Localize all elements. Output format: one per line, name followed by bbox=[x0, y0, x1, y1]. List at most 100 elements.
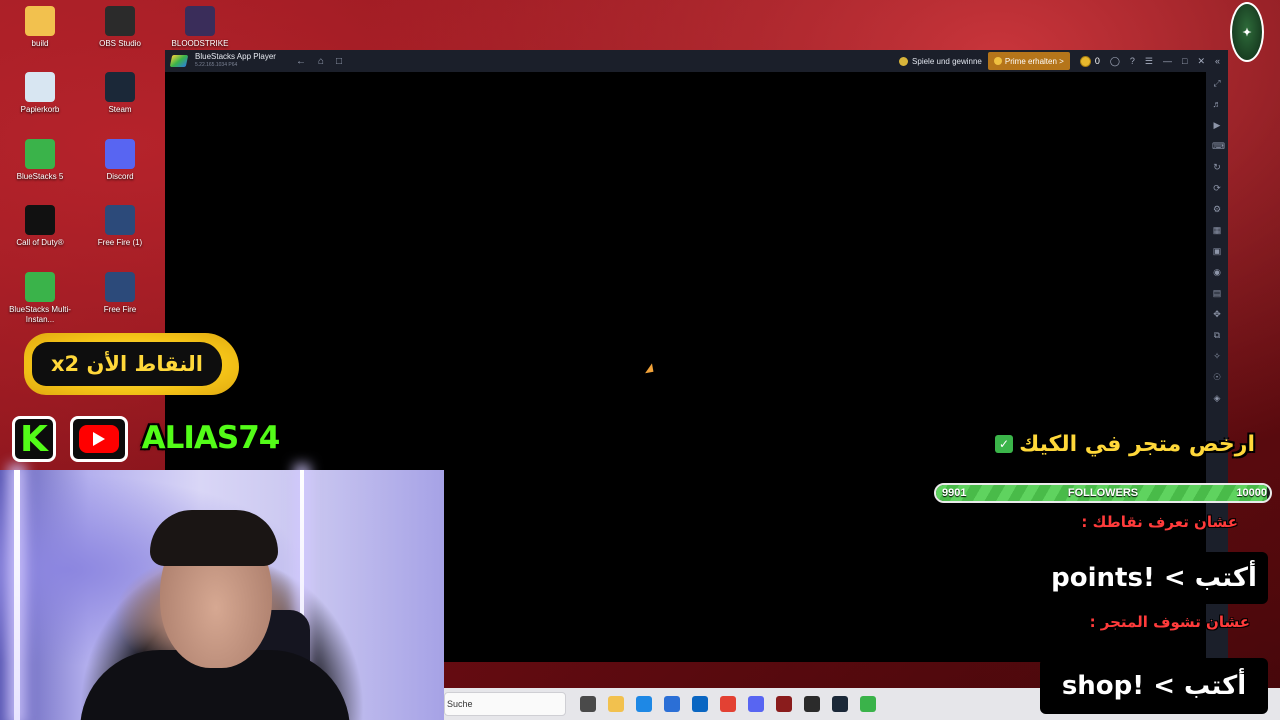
menu-icon[interactable]: ☰ bbox=[1145, 56, 1153, 67]
shop-hint: عشان تشوف المتجر : bbox=[1089, 613, 1250, 631]
shake-icon[interactable]: ✥ bbox=[1212, 307, 1222, 321]
discord-taskbar-icon[interactable] bbox=[748, 696, 764, 712]
desktop-icon[interactable]: Papierkorb bbox=[4, 72, 76, 115]
close-icon[interactable]: ✕ bbox=[1197, 56, 1205, 67]
bloodstrike-icon bbox=[185, 6, 215, 36]
desktop-icon-label: Call of Duty® bbox=[16, 238, 64, 247]
file-explorer-icon[interactable] bbox=[608, 696, 624, 712]
free-fire-icon bbox=[105, 272, 135, 302]
taskbar-search-placeholder: Suche bbox=[447, 699, 473, 709]
screenshot-icon[interactable]: ▣ bbox=[1212, 244, 1222, 258]
prime-button[interactable]: Prime erhalten > bbox=[987, 52, 1070, 70]
obs-taskbar-icon[interactable] bbox=[804, 696, 820, 712]
recycle-bin-icon bbox=[25, 72, 55, 102]
fullscreen-icon[interactable]: ⤢ bbox=[1212, 76, 1222, 90]
titlebar-right: Spiele und gewinne Prime erhalten > 0 ◯ … bbox=[893, 50, 1228, 72]
points-badge: النقاط الأن x2 bbox=[32, 342, 222, 386]
desktop-icon[interactable]: Call of Duty® bbox=[4, 205, 76, 248]
play-and-win-button[interactable]: Spiele und gewinne bbox=[893, 56, 988, 66]
help-icon[interactable]: ? bbox=[1130, 56, 1135, 67]
desktop-icon[interactable]: BlueStacks Multi-Instan... bbox=[4, 272, 76, 325]
window-version: 5.22.165.1034 P64 bbox=[195, 62, 238, 68]
media-icon[interactable]: ▶ bbox=[1212, 118, 1222, 132]
minimize-icon[interactable]: — bbox=[1163, 56, 1172, 67]
youtube-play-icon bbox=[79, 425, 119, 453]
maximize-icon[interactable]: □ bbox=[1182, 56, 1187, 67]
back-icon[interactable]: ← bbox=[296, 56, 306, 67]
edge-icon[interactable] bbox=[636, 696, 652, 712]
channel-name: ALIAS74 bbox=[141, 420, 281, 456]
sync-icon[interactable]: ⟳ bbox=[1212, 181, 1222, 195]
desktop-icon[interactable]: BLOODSTRIKE bbox=[164, 6, 236, 49]
window-title: BlueStacks App Player bbox=[195, 52, 276, 61]
steam-taskbar-icon[interactable] bbox=[832, 696, 848, 712]
collapse-sidebar-icon[interactable]: « bbox=[1215, 56, 1220, 67]
followers-label: FOLLOWERS bbox=[1067, 487, 1139, 499]
taskbar-search-input[interactable]: Suche bbox=[444, 692, 566, 716]
discord-icon bbox=[105, 139, 135, 169]
multitask-icon[interactable]: □ bbox=[336, 56, 342, 67]
prime-icon bbox=[993, 57, 1002, 65]
account-icon[interactable]: ◯ bbox=[1110, 56, 1120, 67]
keyboard-icon[interactable]: ⌨ bbox=[1212, 139, 1225, 153]
bluestacks-icon bbox=[25, 139, 55, 169]
coins-value: 0 bbox=[1094, 56, 1100, 66]
home-icon[interactable]: ⌂ bbox=[318, 56, 324, 67]
desktop-icon[interactable]: OBS Studio bbox=[84, 6, 156, 49]
desktop-icon-label: BlueStacks 5 bbox=[16, 172, 64, 181]
youtube-logo-icon bbox=[70, 416, 128, 462]
desktop-icon-label: Papierkorb bbox=[20, 105, 60, 114]
eco-icon[interactable]: ✧ bbox=[1212, 349, 1222, 363]
layers-icon[interactable]: ◈ bbox=[1212, 391, 1222, 405]
desktop-icon-label: Free Fire bbox=[103, 305, 137, 314]
folder-icon bbox=[25, 6, 55, 36]
coins-counter[interactable]: 0 bbox=[1070, 55, 1110, 67]
desktop-icon-label: OBS Studio bbox=[99, 39, 141, 48]
desktop-icon[interactable]: Steam bbox=[84, 72, 156, 115]
kick-letter: K bbox=[20, 418, 48, 460]
desktop-icon-label: Steam bbox=[108, 105, 132, 114]
bluestacks-title-block: BlueStacks App Player 5.22.165.1034 P64 bbox=[195, 52, 276, 70]
play-and-win-label: Spiele und gewinne bbox=[912, 56, 982, 66]
obs-icon bbox=[105, 6, 135, 36]
followers-goal: 10000 bbox=[1236, 487, 1267, 499]
desktop-icon[interactable]: Free Fire bbox=[84, 272, 156, 315]
location-icon[interactable]: ☉ bbox=[1212, 370, 1222, 384]
coin-icon bbox=[1079, 55, 1091, 67]
volume-icon[interactable]: ♬ bbox=[1212, 97, 1222, 111]
led-light-strip bbox=[14, 470, 20, 720]
performance-icon[interactable]: ⚙ bbox=[1212, 202, 1222, 216]
bluestacks-logo-icon bbox=[169, 55, 189, 67]
kick-logo-icon: K bbox=[12, 416, 56, 462]
multi-instance-icon[interactable]: ⧉ bbox=[1212, 328, 1222, 342]
chrome-icon[interactable] bbox=[720, 696, 736, 712]
desktop-icon[interactable]: Discord bbox=[84, 139, 156, 182]
store-icon[interactable] bbox=[664, 696, 680, 712]
streamer-hair bbox=[150, 510, 278, 566]
steam-icon bbox=[105, 72, 135, 102]
bluestacks-taskbar-icon[interactable] bbox=[860, 696, 876, 712]
window-controls: ◯ ? ☰ — □ ✕ « bbox=[1110, 56, 1228, 67]
eagle-logo-icon: ✦ bbox=[1230, 2, 1264, 62]
desktop-icon[interactable]: build bbox=[4, 6, 76, 49]
desktop-icon-label: BLOODSTRIKE bbox=[171, 39, 229, 48]
outlook-icon[interactable] bbox=[692, 696, 708, 712]
bluestacks-multi-icon bbox=[25, 272, 55, 302]
task-view-icon[interactable] bbox=[580, 696, 596, 712]
bluestacks-titlebar[interactable]: BlueStacks App Player 5.22.165.1034 P64 … bbox=[165, 50, 1228, 72]
desktop-icon-label: BlueStacks Multi-Instan... bbox=[9, 305, 71, 324]
record-icon[interactable]: ◉ bbox=[1212, 265, 1222, 279]
replay-icon[interactable]: ↻ bbox=[1212, 160, 1222, 174]
desktop-icon-label: Free Fire (1) bbox=[97, 238, 143, 247]
followers-goal-bar: 9901 FOLLOWERS 10000 bbox=[934, 483, 1272, 503]
desktop-icon-label: build bbox=[31, 39, 49, 48]
gallery-icon[interactable]: ▤ bbox=[1212, 286, 1222, 300]
macro-icon[interactable]: ▦ bbox=[1212, 223, 1222, 237]
titlebar-nav: ← ⌂ □ bbox=[296, 56, 342, 67]
desktop-icon[interactable]: Free Fire (1) bbox=[84, 205, 156, 248]
checkmark-icon: ✓ bbox=[995, 435, 1014, 453]
prime-label: Prime erhalten > bbox=[1004, 56, 1064, 66]
points-command: أكتب > !points bbox=[1040, 552, 1268, 604]
desktop-icon[interactable]: BlueStacks 5 bbox=[4, 139, 76, 182]
game-app-icon[interactable] bbox=[776, 696, 792, 712]
